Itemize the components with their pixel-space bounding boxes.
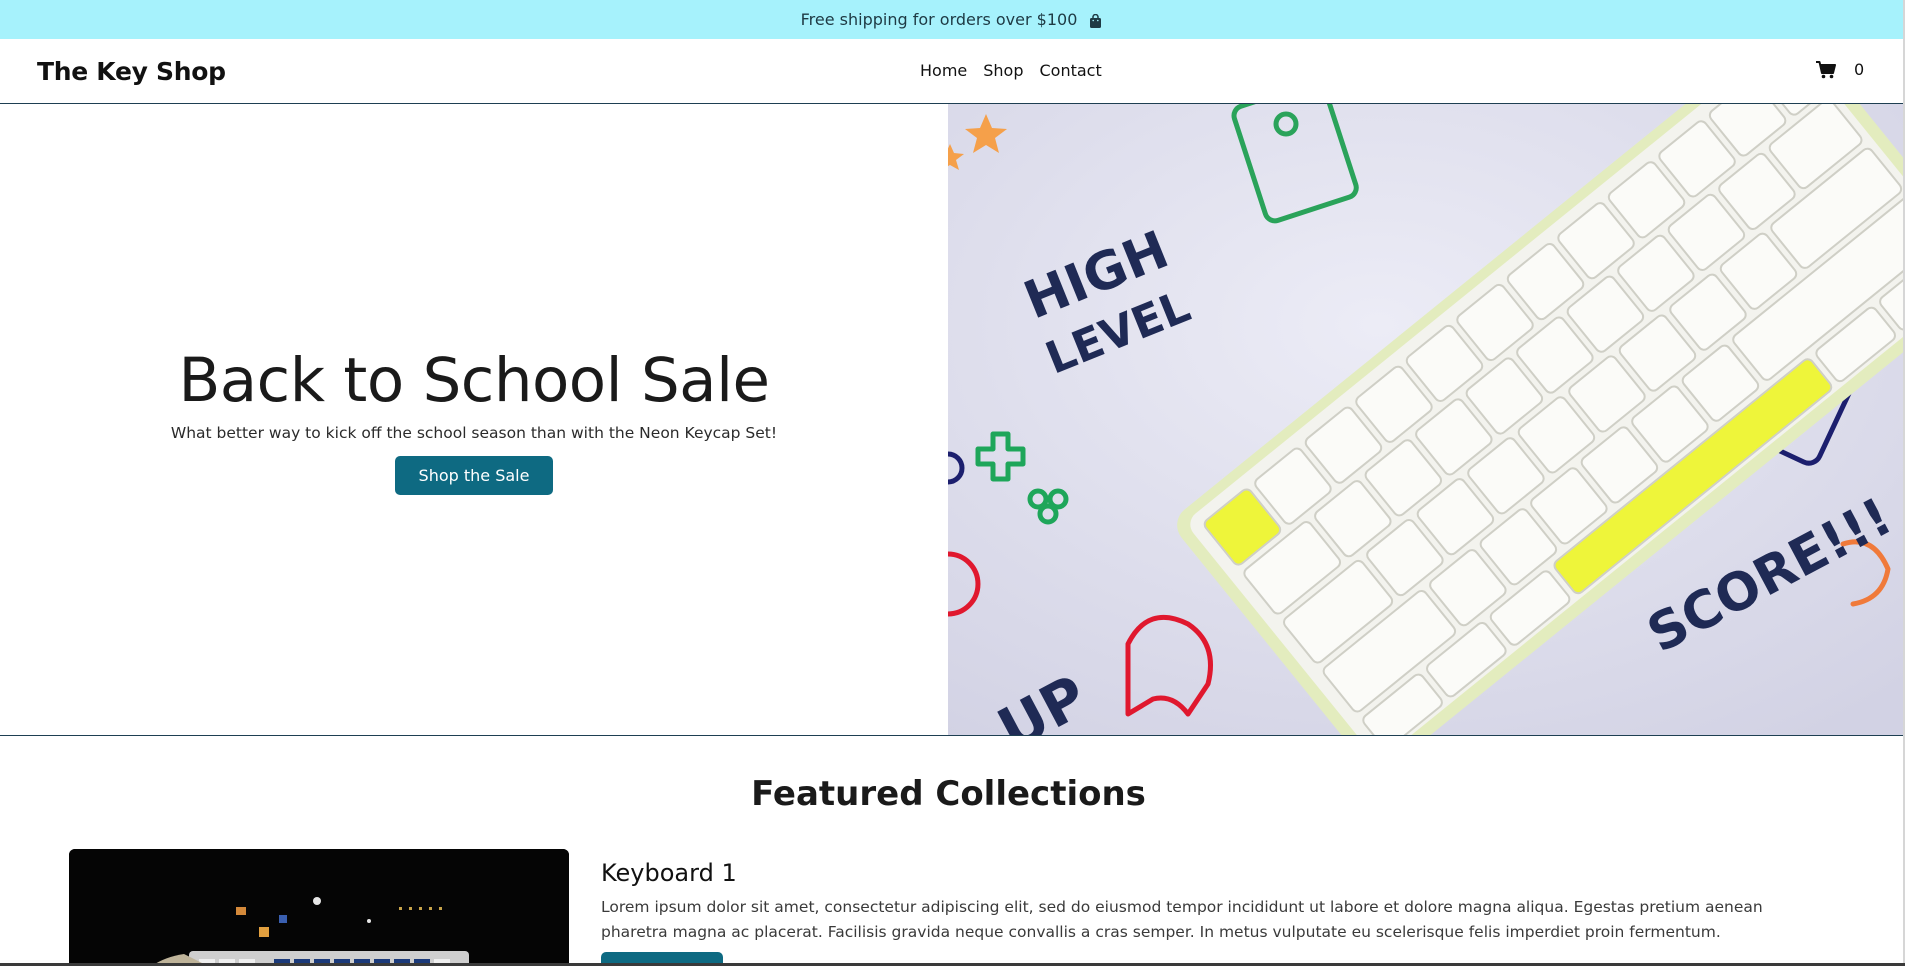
announcement-bar: Free shipping for orders over $100 bbox=[0, 0, 1903, 39]
cart-button[interactable]: 0 bbox=[1816, 60, 1864, 79]
hero-keyboard-image: HIGH LEVEL SCORE!!! UP bbox=[948, 104, 1903, 735]
page: Free shipping for orders over $100 The K… bbox=[0, 0, 1903, 966]
main-nav: Home Shop Contact bbox=[920, 61, 1102, 80]
keyboard-1-title: Keyboard 1 bbox=[601, 859, 737, 887]
keyboard-1-image bbox=[69, 849, 569, 966]
nav-link-home[interactable]: Home bbox=[920, 61, 967, 80]
hero-text-block: Back to School Sale What better way to k… bbox=[0, 104, 948, 735]
nav-link-contact[interactable]: Contact bbox=[1040, 61, 1102, 80]
cart-icon bbox=[1816, 60, 1836, 79]
brand-logo[interactable]: The Key Shop bbox=[37, 57, 226, 86]
announcement-text: Free shipping for orders over $100 bbox=[800, 10, 1078, 29]
navbar: The Key Shop Home Shop Contact 0 bbox=[0, 39, 1903, 104]
featured-collections-title: Featured Collections bbox=[751, 774, 1146, 814]
hero-title: Back to School Sale bbox=[178, 345, 770, 417]
keyboard-1-description: Lorem ipsum dolor sit amet, consectetur … bbox=[601, 898, 1763, 941]
nav-link-shop[interactable]: Shop bbox=[983, 61, 1023, 80]
shop-sale-button[interactable]: Shop the Sale bbox=[394, 455, 554, 495]
hero-section: Back to School Sale What better way to k… bbox=[0, 104, 1903, 736]
keyboard-1-card-body: Keyboard 1 Lorem ipsum dolor sit amet, c… bbox=[601, 859, 1801, 945]
hero-subtitle: What better way to kick off the school s… bbox=[170, 423, 778, 442]
cart-count: 0 bbox=[1854, 60, 1865, 79]
shopping-bag-icon bbox=[1089, 13, 1102, 28]
